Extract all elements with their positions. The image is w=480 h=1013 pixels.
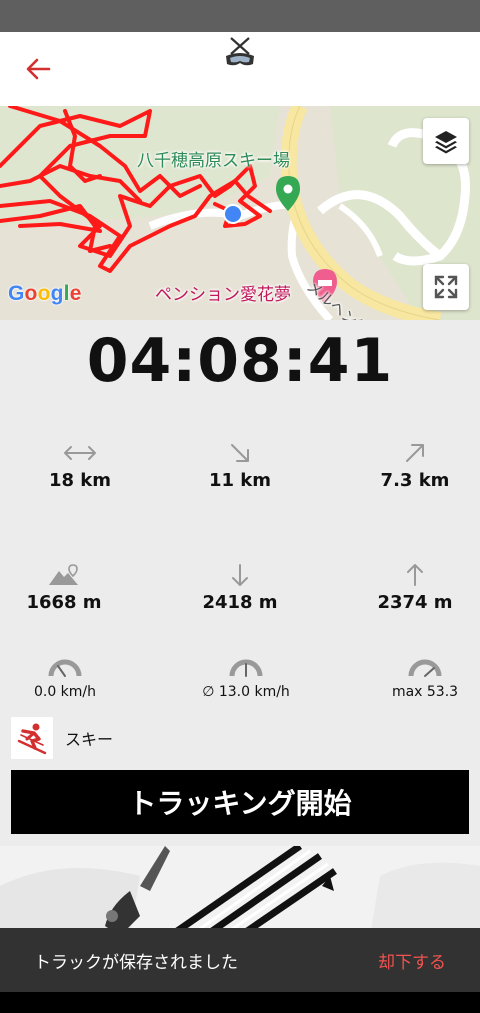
- stat-descent: 2418 m: [160, 562, 320, 613]
- snackbar-message: トラックが保存されました: [34, 952, 238, 973]
- stat-current-speed: 0.0 km/h: [0, 654, 145, 700]
- map-layers-button[interactable]: [423, 118, 469, 164]
- stat-ascent: 2374 m: [335, 562, 480, 613]
- mountain-pin-icon: [49, 564, 78, 585]
- horizontal-arrows-icon: [64, 446, 96, 460]
- skier-goggles-logo-icon: [226, 37, 254, 66]
- stat-min-altitude-value: 1668 m: [26, 592, 102, 613]
- elapsed-time: 04:08:41: [86, 326, 394, 396]
- stat-ascent-value: 2374 m: [377, 592, 453, 613]
- snackbar-dismiss-button[interactable]: 却下する: [378, 948, 446, 973]
- skier-icon: [17, 723, 47, 755]
- activity-selector[interactable]: スキー: [11, 717, 113, 759]
- map-label-ski-area: 八千穂高原スキー場: [137, 151, 290, 171]
- map-fullscreen-button[interactable]: [423, 264, 469, 310]
- app-header: [0, 32, 480, 106]
- fullscreen-icon: [434, 275, 458, 299]
- system-nav-bar: [0, 992, 480, 1013]
- arrow-up-icon: [407, 564, 423, 586]
- stat-max-speed: max 53.3: [345, 654, 480, 700]
- arrow-down-right-icon: [231, 444, 249, 462]
- activity-label: スキー: [65, 730, 114, 749]
- stat-downhill-distance-value: 11 km: [208, 470, 272, 491]
- google-logo: Google: [8, 282, 82, 305]
- speedometer-icon: [408, 659, 442, 677]
- stat-min-altitude: 1668 m: [0, 562, 144, 613]
- skier-icon-box: [11, 717, 53, 759]
- stat-max-speed-value: max 53.3: [391, 684, 459, 700]
- arrow-down-icon: [232, 564, 248, 586]
- back-button[interactable]: [18, 52, 58, 86]
- arrow-up-right-icon: [406, 444, 424, 462]
- speedometer-icon: [48, 659, 82, 677]
- promo-banner[interactable]: [0, 846, 480, 936]
- snackbar: トラックが保存されました 却下する: [0, 928, 480, 992]
- stat-current-speed-value: 0.0 km/h: [33, 684, 97, 700]
- map-label-pension: ペンション愛花夢: [155, 285, 291, 305]
- stat-uphill-distance-value: 7.3 km: [380, 470, 450, 491]
- promo-image: [0, 846, 480, 936]
- speedometer-icon: [229, 659, 263, 677]
- status-bar: [0, 0, 480, 32]
- stat-descent-value: 2418 m: [202, 592, 278, 613]
- track-map[interactable]: 八千穂高原スキー場 ペンション愛花夢 メルヘン街道 Google: [0, 106, 480, 320]
- start-tracking-button[interactable]: トラッキング開始: [11, 770, 469, 834]
- stat-avg-speed-value: ∅ 13.0 km/h: [202, 684, 290, 700]
- layers-icon: [435, 131, 457, 154]
- arrow-left-icon: [26, 58, 51, 80]
- stat-uphill-distance: 7.3 km: [335, 440, 480, 491]
- stat-distance-value: 18 km: [48, 470, 112, 491]
- stat-downhill-distance: 11 km: [160, 440, 320, 491]
- stat-avg-speed: ∅ 13.0 km/h: [166, 654, 326, 700]
- stat-distance: 18 km: [0, 440, 160, 491]
